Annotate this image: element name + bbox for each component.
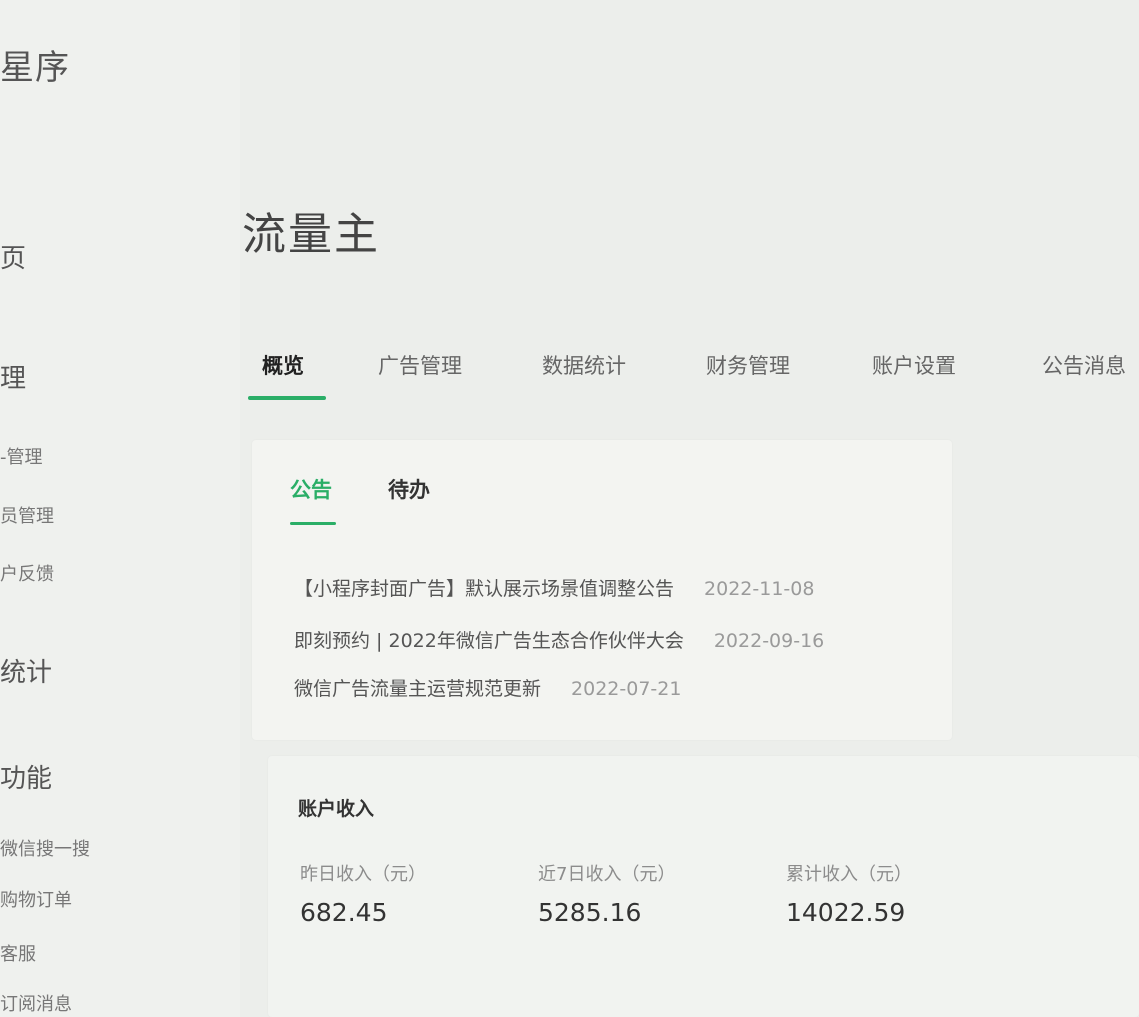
income-panel: 账户收入 昨日收入（元） 682.45 近7日收入（元） 5285.16 累计收…: [268, 756, 1139, 1017]
notice-date: 2022-09-16: [713, 630, 825, 652]
notice-date: 2022-07-21: [571, 678, 682, 700]
sidebar-item-customer-service[interactable]: 客服: [0, 940, 36, 966]
tab-finance[interactable]: 财务管理: [706, 350, 790, 380]
sidebar-item-statistics[interactable]: 统计: [0, 652, 52, 689]
sidebar-item-features[interactable]: 功能: [0, 758, 52, 795]
notice-item[interactable]: 即刻预约 | 2022年微信广告生态合作伙伴大会 2022-09-16: [294, 626, 824, 653]
sidebar-item-wechat-search[interactable]: 微信搜一搜: [0, 835, 90, 861]
sidebar-brand: 星序: [0, 48, 70, 88]
sidebar-item-feedback[interactable]: 户反馈: [0, 560, 54, 586]
main-content: 流量主 概览 广告管理 数据统计 财务管理 账户设置 公告消息 公告 待办 【小…: [240, 0, 1139, 1017]
notice-item[interactable]: 【小程序封面广告】默认展示场景值调整公告 2022-11-08: [294, 574, 814, 601]
tab-announcements[interactable]: 公告消息: [1042, 350, 1126, 380]
sidebar-item-manage[interactable]: 理: [0, 358, 26, 395]
tab-data-statistics[interactable]: 数据统计: [542, 350, 626, 380]
stat-value: 5285.16: [538, 898, 642, 927]
subtab-todo[interactable]: 待办: [388, 474, 430, 504]
subtab-announcements[interactable]: 公告: [290, 474, 332, 504]
page-title: 流量主: [242, 209, 380, 260]
tab-overview[interactable]: 概览: [262, 350, 304, 380]
stat-label: 累计收入（元）: [786, 864, 912, 885]
notice-item[interactable]: 微信广告流量主运营规范更新 2022-07-21: [294, 674, 681, 701]
stat-label: 昨日收入（元）: [300, 864, 426, 885]
sidebar-item-orders[interactable]: 购物订单: [0, 886, 72, 912]
stat-value: 682.45: [300, 898, 388, 927]
income-heading: 账户收入: [298, 798, 375, 820]
notice-date: 2022-11-08: [704, 578, 815, 600]
notice-title: 微信广告流量主运营规范更新: [294, 678, 542, 700]
stat-total: 累计收入（元） 14022.59: [786, 860, 912, 927]
sidebar-item-member-manage[interactable]: 员管理: [0, 502, 54, 528]
main-tabs: 概览 广告管理 数据统计 财务管理 账户设置 公告消息: [240, 340, 1139, 406]
stat-yesterday: 昨日收入（元） 682.45: [300, 860, 426, 927]
notice-title: 【小程序封面广告】默认展示场景值调整公告: [294, 578, 675, 600]
active-tab-indicator: [248, 396, 326, 400]
stat-value: 14022.59: [786, 898, 906, 927]
stat-label: 近7日收入（元）: [538, 864, 676, 885]
tab-account-settings[interactable]: 账户设置: [872, 350, 956, 380]
sidebar: 星序 页 理 -管理 员管理 户反馈 统计 功能 微信搜一搜 购物订单 客服 订…: [0, 0, 240, 1017]
sidebar-item-home[interactable]: 页: [0, 238, 26, 275]
sidebar-item-sub-manage[interactable]: -管理: [0, 443, 43, 469]
active-subtab-indicator: [290, 522, 336, 525]
stat-last-7-days: 近7日收入（元） 5285.16: [538, 860, 675, 927]
notice-panel: 公告 待办 【小程序封面广告】默认展示场景值调整公告 2022-11-08 即刻预…: [252, 440, 952, 740]
sidebar-item-subscribe-messages[interactable]: 订阅消息: [0, 990, 72, 1016]
notice-title: 即刻预约 | 2022年微信广告生态合作伙伴大会: [294, 630, 684, 652]
tab-ad-management[interactable]: 广告管理: [378, 350, 462, 380]
